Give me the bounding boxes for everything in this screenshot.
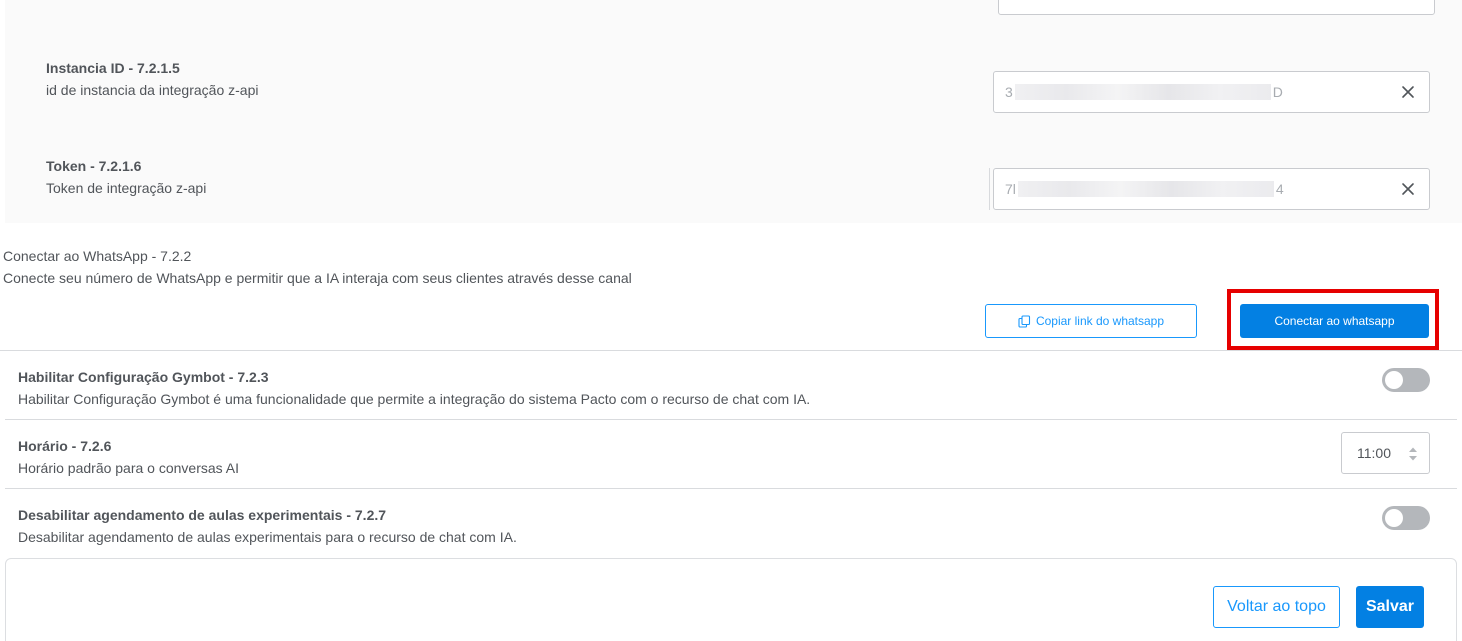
token-value-end: 4: [1275, 181, 1284, 197]
divider: [5, 419, 1457, 420]
token-description: Token de integração z-api: [46, 180, 207, 196]
token-value-start: 7l: [1005, 181, 1016, 197]
back-to-top-button[interactable]: Voltar ao topo: [1213, 586, 1340, 628]
instance-id-field-label: Instancia ID - 7.2.1.5 id de instancia d…: [46, 59, 258, 99]
horario-title: Horário - 7.2.6: [18, 438, 112, 454]
previous-field-input[interactable]: [998, 0, 1435, 15]
toggle-knob: [1385, 509, 1403, 527]
instance-id-input[interactable]: 3 D: [993, 71, 1430, 113]
token-title: Token - 7.2.1.6: [46, 158, 142, 174]
horario-time-input[interactable]: 11:00: [1341, 432, 1430, 474]
whatsapp-section-title: Conectar ao WhatsApp - 7.2.2: [3, 248, 192, 264]
instance-id-title: Instancia ID - 7.2.1.5: [46, 60, 180, 76]
experimental-description: Desabilitar agendamento de aulas experim…: [18, 529, 517, 545]
divider: [0, 350, 1462, 351]
save-button[interactable]: Salvar: [1356, 586, 1424, 628]
gymbot-description: Habilitar Configuração Gymbot é uma func…: [18, 391, 811, 407]
token-field-label: Token - 7.2.1.6 Token de integração z-ap…: [46, 157, 206, 197]
toggle-knob: [1385, 371, 1403, 389]
divider: [5, 488, 1457, 489]
configuration-page: Instancia ID - 7.2.1.5 id de instancia d…: [0, 0, 1462, 641]
clear-icon[interactable]: [1401, 182, 1415, 196]
horario-description: Horário padrão para o conversas AI: [18, 460, 240, 476]
gymbot-title: Habilitar Configuração Gymbot - 7.2.3: [18, 369, 269, 385]
experimental-title: Desabilitar agendamento de aulas experim…: [18, 507, 387, 523]
gymbot-toggle[interactable]: [1382, 368, 1430, 392]
experimental-toggle[interactable]: [1382, 506, 1430, 530]
instance-id-description: id de instancia da integração z-api: [46, 82, 259, 98]
redacted-value: [1014, 84, 1271, 100]
spinner-arrows-icon[interactable]: [1408, 446, 1418, 462]
connect-whatsapp-button[interactable]: Conectar ao whatsapp: [1240, 304, 1429, 338]
horario-value: 11:00: [1357, 445, 1391, 461]
whatsapp-section-description: Conecte seu número de WhatsApp e permiti…: [3, 270, 632, 286]
copy-whatsapp-link-label: Copiar link do whatsapp: [1035, 314, 1165, 328]
instance-id-value-end: D: [1272, 84, 1283, 100]
copy-whatsapp-link-button[interactable]: Copiar link do whatsapp: [985, 304, 1197, 338]
clear-icon[interactable]: [1401, 85, 1415, 99]
token-input[interactable]: 7l 4: [993, 168, 1430, 210]
copy-icon: [1018, 314, 1031, 328]
redacted-value: [1017, 181, 1274, 197]
divider: [989, 168, 990, 210]
instance-id-value-start: 3: [1005, 84, 1013, 100]
